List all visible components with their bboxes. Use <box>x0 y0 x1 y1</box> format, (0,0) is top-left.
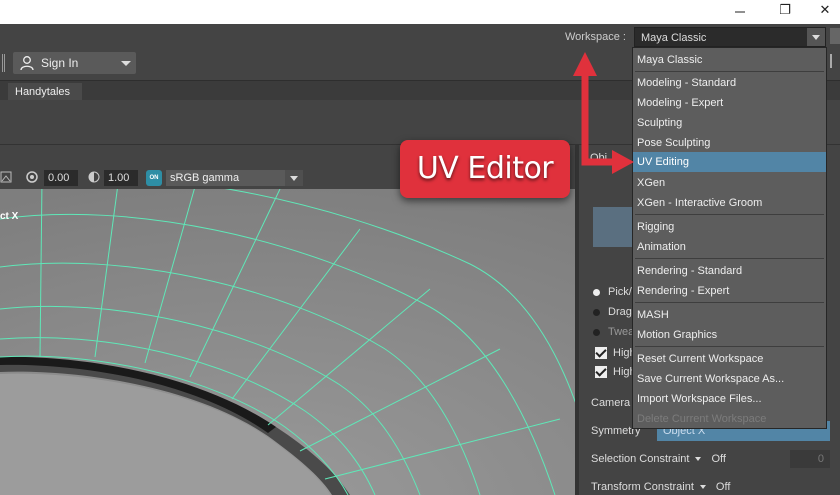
menu-divider <box>635 302 824 303</box>
menu-item-xgen-interactive-groom[interactable]: XGen - Interactive Groom <box>633 193 826 213</box>
menu-item-pose-sculpting[interactable]: Pose Sculpting <box>633 133 826 153</box>
layers-icon[interactable] <box>830 54 840 68</box>
maximize-icon[interactable]: ❐ <box>765 0 805 24</box>
selection-constraint-number[interactable]: 0 <box>790 450 830 468</box>
camera-label: Camera <box>591 397 631 409</box>
menu-divider <box>635 346 824 347</box>
panel-header: Obj <box>590 152 608 164</box>
lock-icon[interactable] <box>830 28 840 44</box>
gamma-icon[interactable] <box>88 171 100 183</box>
workspace-label: Workspace : <box>565 31 626 43</box>
menu-item-modeling-standard[interactable]: Modeling - Standard <box>633 73 826 93</box>
menu-item-rendering-expert[interactable]: Rendering - Expert <box>633 281 826 301</box>
selection-constraint-row[interactable]: Selection Constraint Off <box>591 453 726 465</box>
chevron-down-icon <box>699 485 706 489</box>
uv-editor-callout: UV Editor <box>400 140 570 198</box>
transform-constraint-label: Transform Constraint <box>591 481 694 493</box>
menu-item-motion-graphics[interactable]: Motion Graphics <box>633 325 826 345</box>
close-icon[interactable]: ✕ <box>805 0 840 24</box>
workspace-bar: Workspace : Maya Classic <box>0 24 840 48</box>
drag-label: Drag <box>608 306 632 318</box>
menu-item-mash[interactable]: MASH <box>633 305 826 325</box>
color-space-value: sRGB gamma <box>170 172 240 184</box>
color-space-dropdown[interactable]: sRGB gamma <box>166 170 303 186</box>
tweak-radio[interactable] <box>593 329 600 336</box>
menu-item-reset-workspace[interactable]: Reset Current Workspace <box>633 349 826 369</box>
menu-divider <box>635 258 824 259</box>
menu-item-save-workspace-as[interactable]: Save Current Workspace As... <box>633 369 826 389</box>
menu-item-rigging[interactable]: Rigging <box>633 217 826 237</box>
menu-item-maya-classic[interactable]: Maya Classic <box>633 50 826 70</box>
chevron-down-icon <box>121 61 131 66</box>
gamma-field[interactable]: 1.00 <box>104 170 138 186</box>
selection-constraint-value: Off <box>711 453 726 465</box>
menu-item-import-workspace-files[interactable]: Import Workspace Files... <box>633 389 826 409</box>
exposure-icon[interactable] <box>26 171 38 183</box>
menu-divider <box>635 214 824 215</box>
chevron-down-icon <box>695 457 702 461</box>
pick-label: Pick/ <box>608 286 632 298</box>
menu-divider <box>635 71 824 72</box>
selection-constraint-label: Selection Constraint <box>591 453 690 465</box>
color-management-toggle[interactable]: ON <box>146 170 162 186</box>
uv-mesh-wireframe <box>0 189 575 495</box>
menu-item-modeling-expert[interactable]: Modeling - Expert <box>633 93 826 113</box>
sign-in-button[interactable]: Sign In <box>13 52 136 74</box>
transform-constraint-value: Off <box>715 481 731 493</box>
pick-radio[interactable] <box>593 289 600 296</box>
menu-item-rendering-standard[interactable]: Rendering - Standard <box>633 261 826 281</box>
exposure-field[interactable]: 0.00 <box>44 170 78 186</box>
chevron-down-icon <box>285 170 303 186</box>
menu-item-sculpting[interactable]: Sculpting <box>633 113 826 133</box>
object-mode-icon[interactable] <box>593 207 637 247</box>
menu-item-animation[interactable]: Animation <box>633 237 826 257</box>
chevron-down-icon <box>807 28 825 46</box>
workspace-dropdown[interactable]: Maya Classic <box>634 27 826 47</box>
viewport-label: ct X <box>0 211 19 222</box>
window-title-bar: ❐ ✕ <box>0 0 840 24</box>
drag-radio[interactable] <box>593 309 600 316</box>
menu-item-uv-editing[interactable]: UV Editing <box>633 152 826 172</box>
toolbar-handle-icon[interactable] <box>2 54 5 72</box>
minimize-icon[interactable] <box>720 0 760 24</box>
viewport[interactable]: ct X <box>0 189 575 495</box>
highlight-checkbox-1[interactable] <box>595 347 607 359</box>
menu-item-xgen[interactable]: XGen <box>633 173 826 193</box>
sign-in-label: Sign In <box>41 56 79 70</box>
tweak-label: Twea <box>608 326 635 338</box>
highlight-checkbox-2[interactable] <box>595 366 607 378</box>
transform-constraint-row[interactable]: Transform Constraint Off <box>591 481 730 493</box>
menu-item-delete-workspace: Delete Current Workspace <box>637 413 767 425</box>
workspace-dropdown-value: Maya Classic <box>641 32 707 44</box>
user-icon <box>20 56 34 71</box>
image-icon[interactable] <box>0 171 12 183</box>
tab-handytales[interactable]: Handytales <box>8 83 82 101</box>
workspace-menu: Maya Classic Modeling - Standard Modelin… <box>632 47 827 429</box>
